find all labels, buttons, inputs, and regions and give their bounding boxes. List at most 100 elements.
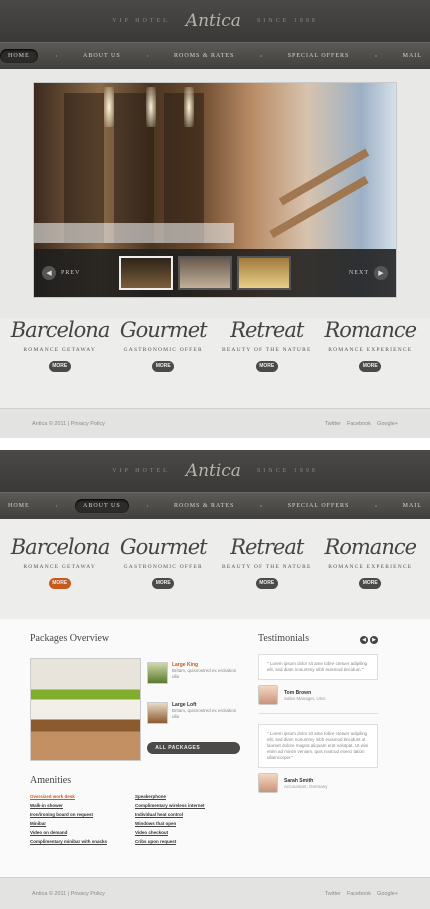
feature-subtitle: BEAUTY OF THE NATURE [221, 564, 312, 570]
nav-mail[interactable]: MAIL [395, 49, 430, 63]
package-thumbnail [147, 662, 168, 684]
slider-thumbnail[interactable] [237, 256, 292, 290]
slider-section: ◀ PREV NEXT ▶ [0, 69, 430, 318]
more-button[interactable]: MORE [359, 361, 382, 372]
next-arrow-icon[interactable]: ▶ [374, 266, 388, 280]
header-bar: VIP HOTEL Antica SINCE 1998 [0, 0, 430, 42]
features-section: Barcelona ROMANCE GETAWAY MORE Gourmet GAST… [0, 519, 430, 619]
more-button[interactable]: MORE [255, 361, 278, 372]
image-slider[interactable]: ◀ PREV NEXT ▶ [33, 82, 397, 298]
amenity-link[interactable]: Individual heat control [135, 812, 184, 818]
author-role: Sales Manager, USA [284, 695, 326, 701]
brand[interactable]: VIP HOTEL Antica SINCE 1998 [0, 0, 430, 42]
next-arrow-icon[interactable]: ▶ [370, 636, 378, 644]
amenity-link[interactable]: Video on demand [30, 830, 68, 836]
nav-mail[interactable]: MAIL [395, 499, 430, 513]
feature-subtitle: ROMANCE EXPERIENCE [328, 564, 413, 570]
package-desc: Britam, quisnostred ex ercitation ulla [171, 708, 237, 719]
amenity-link[interactable]: Iron/ironing board on request [30, 812, 93, 818]
twitter-link[interactable]: Twitter [325, 421, 341, 427]
brand-left: VIP HOTEL [112, 468, 170, 474]
brand[interactable]: VIP HOTEL Antica SINCE 1998 [0, 450, 430, 492]
google-link[interactable]: Google+ [377, 891, 398, 897]
feature-title: Barcelona [10, 318, 111, 342]
testimonials-title: Testimonials [258, 633, 309, 644]
nav-about-us[interactable]: ABOUT US [75, 499, 129, 513]
nav-special-offers[interactable]: SPECIAL OFFERS [280, 499, 358, 513]
feature-title: Gourmet [119, 318, 208, 342]
package-image[interactable] [30, 658, 142, 761]
feature-title: Barcelona [10, 535, 111, 559]
more-button[interactable]: MORE [48, 578, 71, 589]
testimonial-quote: " Lorem ipsum dolor sit ame tobre ctetue… [258, 724, 378, 768]
feature-subtitle: ROMANCE GETAWAY [23, 347, 97, 353]
google-link[interactable]: Google+ [377, 421, 398, 427]
packages-column: Packages Overview Large King Britam, quis… [30, 633, 240, 877]
copyright: Antica © 2011 | Privacy Policy [32, 890, 105, 897]
features-section: Barcelona ROMANCE GETAWAY MORE Gourmet GAST… [0, 318, 430, 408]
logo[interactable]: Antica [186, 11, 241, 31]
logo[interactable]: Antica [186, 461, 241, 481]
amenity-link[interactable]: Complimentary minibar with snacks [30, 839, 108, 845]
more-button[interactable]: MORE [48, 361, 71, 372]
slider-prev[interactable]: PREV [61, 270, 80, 276]
facebook-link[interactable]: Facebook [347, 891, 371, 897]
nav-divider [260, 55, 262, 57]
nav-divider [55, 505, 57, 507]
feature-subtitle: ROMANCE GETAWAY [23, 564, 97, 570]
nav-rooms-rates[interactable]: ROOMS & RATES [166, 49, 242, 63]
nav-special-offers[interactable]: SPECIAL OFFERS [280, 49, 358, 63]
nav-divider [375, 55, 377, 57]
more-button[interactable]: MORE [255, 578, 278, 589]
feature-romance: Romance ROMANCE EXPERIENCE MORE [321, 535, 419, 589]
package-desc: Britam, quisnostred ex ercitation ulla [171, 668, 237, 679]
amenity-link[interactable]: Video checkout [135, 830, 169, 836]
feature-subtitle: GASTRONOMIC OFFER [123, 347, 203, 353]
main-nav: HOME ABOUT US ROOMS & RATES SPECIAL OFFE… [0, 42, 430, 69]
amenity-link[interactable]: Speakerphone [135, 794, 167, 800]
facebook-link[interactable]: Facebook [347, 421, 371, 427]
slider-next[interactable]: NEXT [349, 270, 369, 276]
slider-thumbnail[interactable] [119, 256, 174, 290]
feature-title: Retreat [230, 535, 304, 559]
prev-arrow-icon[interactable]: ◀ [42, 266, 56, 280]
nav-home[interactable]: HOME [0, 49, 38, 63]
twitter-link[interactable]: Twitter [325, 891, 341, 897]
footer: Antica © 2011 | Privacy Policy Twitter Fa… [0, 877, 430, 909]
feature-barcelona: Barcelona ROMANCE GETAWAY MORE [10, 535, 111, 589]
feature-title: Retreat [230, 318, 304, 342]
feature-title: Gourmet [119, 535, 208, 559]
page-separator [0, 438, 430, 450]
more-button[interactable]: MORE [152, 578, 175, 589]
copyright: Antica © 2011 | Privacy Policy [32, 420, 105, 427]
prev-arrow-icon[interactable]: ◀ [360, 636, 368, 644]
amenity-link[interactable]: Minibar [30, 821, 47, 827]
feature-title: Romance [324, 318, 417, 342]
amenity-link[interactable]: Windows that open [135, 821, 177, 827]
more-button[interactable]: MORE [359, 578, 382, 589]
package-item[interactable]: Large King Britam, quisnostred ex ercitat… [147, 662, 240, 692]
amenity-link[interactable]: Cribs upon request [135, 839, 177, 845]
feature-romance: Romance ROMANCE EXPERIENCE MORE [321, 318, 419, 372]
amenities-title: Amenities [30, 775, 72, 786]
nav-home[interactable]: HOME [0, 499, 38, 513]
amenity-link[interactable]: Oversized work desk [30, 794, 75, 800]
feature-subtitle: GASTRONOMIC OFFER [123, 564, 203, 570]
feature-barcelona: Barcelona ROMANCE GETAWAY MORE [10, 318, 111, 372]
amenity-link[interactable]: Complimentary wireless internet [135, 803, 205, 809]
nav-divider [260, 505, 262, 507]
header-bar: VIP HOTEL Antica SINCE 1998 [0, 450, 430, 492]
avatar [258, 773, 278, 793]
amenity-link[interactable]: Walk-in shower [30, 803, 63, 809]
package-item[interactable]: Large Loft Britam, quisnostred ex ercitat… [147, 702, 240, 732]
nav-about-us[interactable]: ABOUT US [75, 49, 129, 63]
avatar [258, 685, 278, 705]
nav-rooms-rates[interactable]: ROOMS & RATES [166, 499, 242, 513]
all-packages-button[interactable]: ALL PACKAGES [147, 742, 240, 754]
feature-subtitle: ROMANCE EXPERIENCE [328, 347, 413, 353]
testimonial-author: Sarah Smith Accountant, Germany [258, 773, 378, 793]
packages-title: Packages Overview [30, 633, 110, 644]
nav-divider [146, 55, 149, 57]
slider-thumbnail[interactable] [178, 256, 233, 290]
more-button[interactable]: MORE [152, 361, 175, 372]
